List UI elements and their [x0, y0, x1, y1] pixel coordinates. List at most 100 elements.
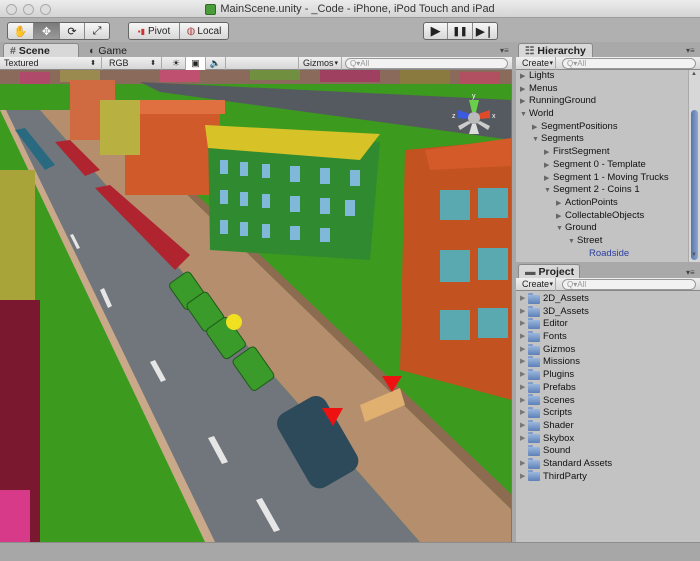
collapsed-arrow-icon[interactable]: ▶ — [516, 369, 528, 382]
main-toolbar: ✋ ✥ ⟳ ⤢ ▪▮ Pivot ◍ Local ▶ ❚❚ ▶❘ — [0, 18, 700, 42]
local-button[interactable]: ◍ Local — [180, 23, 228, 39]
collapsed-arrow-icon[interactable]: ▶ — [516, 293, 528, 306]
chevron-down-icon: ▾ — [334, 60, 338, 67]
collapsed-arrow-icon[interactable]: ▶ — [516, 382, 528, 395]
rotate-tool-button[interactable]: ⟳ — [60, 23, 85, 39]
hierarchy-item[interactable]: ▼ World — [516, 108, 688, 121]
collapsed-arrow-icon[interactable]: ▶ — [516, 395, 528, 408]
project-folder-item[interactable]: ▶ Standard Assets — [516, 457, 700, 471]
pause-button[interactable]: ❚❚ — [448, 23, 473, 39]
scale-tool-button[interactable]: ⤢ — [85, 23, 109, 39]
pivot-button[interactable]: ▪▮ Pivot — [129, 23, 180, 39]
collapsed-arrow-icon[interactable]: ▶ — [516, 306, 528, 319]
hierarchy-item-label: World — [529, 108, 554, 120]
move-tool-button[interactable]: ✥ — [34, 23, 60, 39]
hand-tool-button[interactable]: ✋ — [8, 23, 34, 39]
hierarchy-item[interactable]: ▼ Segments — [516, 133, 688, 146]
hierarchy-item[interactable]: ▼ Street — [516, 235, 688, 248]
project-folder-label: ThirdParty — [543, 470, 587, 482]
project-folder-item[interactable]: ▶ Fonts — [516, 330, 700, 344]
play-button[interactable]: ▶ — [424, 23, 449, 39]
scene-search-input[interactable]: Q▾All — [345, 58, 508, 69]
hierarchy-item[interactable]: Roadside — [516, 248, 688, 261]
project-folder-item[interactable]: ▶ ThirdParty — [516, 470, 700, 484]
hierarchy-scrollbar[interactable]: ▲ ▼ — [688, 70, 700, 262]
project-folder-label: Standard Assets — [543, 457, 613, 469]
folder-icon — [528, 318, 540, 330]
folder-tab-icon: ▬ — [525, 266, 536, 278]
project-folder-item[interactable]: ▶ Scenes — [516, 394, 700, 408]
collapsed-arrow-icon[interactable]: ▶ — [516, 407, 528, 420]
skybox-toggle[interactable]: ▣ — [186, 57, 206, 70]
folder-icon — [528, 343, 540, 355]
lighting-toggle[interactable]: ☀ — [167, 57, 186, 70]
render-mode-dropdown[interactable]: Textured ⬍ — [0, 57, 102, 70]
folder-icon — [528, 356, 540, 368]
globe-icon: ◍ — [186, 25, 196, 37]
project-folder-item[interactable]: ▶ Missions — [516, 356, 700, 369]
hierarchy-item[interactable]: ▼ Ground — [516, 222, 688, 235]
scene-panel-menu-icon[interactable]: ▾≡ — [500, 46, 509, 55]
collapsed-arrow-icon[interactable]: ▶ — [516, 420, 528, 433]
project-folder-item[interactable]: ▶ Gizmos — [516, 343, 700, 357]
pivot-icon: ▪▮ — [137, 26, 145, 36]
project-folder-item[interactable]: ▶ 2D_Assets — [516, 292, 700, 306]
collapsed-arrow-icon[interactable]: ▶ — [516, 344, 528, 357]
folder-icon — [528, 445, 540, 457]
project-folder-label: 3D_Assets — [543, 305, 589, 317]
collapsed-arrow-icon[interactable]: ▶ — [516, 356, 528, 369]
project-folder-label: Prefabs — [543, 381, 576, 393]
hierarchy-item[interactable]: ▼ Segment 2 - Coins 1 — [516, 184, 688, 197]
hierarchy-item[interactable]: ▶ Segment 0 - Template — [516, 159, 688, 172]
hierarchy-item-label: Segment 1 - Moving Trucks — [553, 171, 669, 183]
collapsed-arrow-icon[interactable]: ▶ — [516, 433, 528, 446]
project-folder-list: ▶ 2D_Assets ▶ 3D_Assets ▶ Editor ▶ Fonts ▶ Gizmos… — [516, 291, 700, 542]
scroll-up-icon[interactable]: ▲ — [691, 71, 697, 77]
close-window-button[interactable] — [6, 4, 17, 15]
project-folder-item[interactable]: ▶ Prefabs — [516, 381, 700, 395]
hierarchy-item[interactable]: ▶ SegmentPositions — [516, 121, 688, 134]
project-folder-label: Skybox — [543, 432, 575, 444]
project-search-input[interactable]: Q▾All — [562, 279, 696, 290]
hierarchy-scrollbar-thumb[interactable] — [691, 110, 698, 260]
scene-viewport[interactable]: y z x — [0, 70, 512, 542]
project-folder-item[interactable]: ▶ Editor — [516, 318, 700, 331]
hand-icon: ✋ — [13, 25, 28, 38]
minimize-window-button[interactable] — [23, 4, 34, 15]
window-titlebar: MainScene.unity - _Code - iPhone, iPod T… — [0, 0, 700, 18]
project-folder-item[interactable]: ▶ 3D_Assets — [516, 305, 700, 319]
project-create-dropdown[interactable]: Create ▾ — [518, 278, 556, 291]
hierarchy-create-dropdown[interactable]: Create ▾ — [518, 57, 556, 70]
hierarchy-item[interactable]: ▶ FirstSegment — [516, 146, 688, 159]
hierarchy-item[interactable]: ▶ CollectableObjects — [516, 210, 688, 223]
project-folder-item[interactable]: ▶ Plugins — [516, 368, 700, 382]
project-folder-item[interactable]: ▶ Shader — [516, 419, 700, 433]
gizmos-dropdown[interactable]: Gizmos ▾ — [298, 57, 342, 70]
collapsed-arrow-icon[interactable]: ▶ — [516, 331, 528, 344]
pivot-local-group: ▪▮ Pivot ◍ Local — [128, 22, 229, 40]
dropdown-arrows-icon: ⬍ — [90, 60, 96, 67]
hierarchy-menu-icon[interactable]: ▾≡ — [686, 46, 695, 55]
collapsed-arrow-icon[interactable]: ▶ — [516, 471, 528, 484]
project-folder-item[interactable]: ▶ Scripts — [516, 407, 700, 420]
hierarchy-search-input[interactable]: Q▾All — [562, 58, 696, 69]
hierarchy-item-label: ActionPoints — [565, 196, 618, 208]
hierarchy-item[interactable]: ▶ RunningGround — [516, 95, 688, 108]
collapsed-arrow-icon[interactable]: ▶ — [516, 458, 528, 471]
project-menu-icon[interactable]: ▾≡ — [686, 268, 695, 277]
audio-toggle[interactable]: 🔈 — [206, 57, 226, 70]
project-folder-item[interactable]: Sound — [516, 445, 700, 458]
hierarchy-item[interactable]: ▶ Segment 1 - Moving Trucks — [516, 172, 688, 185]
project-folder-label: Editor — [543, 318, 568, 330]
collapsed-arrow-icon[interactable]: ▶ — [516, 318, 528, 331]
hierarchy-item[interactable]: ▶ ActionPoints — [516, 197, 688, 210]
scroll-down-icon[interactable]: ▼ — [691, 252, 697, 258]
step-button[interactable]: ▶❘ — [473, 23, 497, 39]
hierarchy-item[interactable]: ▶ Menus — [516, 83, 688, 96]
playback-controls: ▶ ❚❚ ▶❘ — [423, 22, 498, 40]
project-folder-item[interactable]: ▶ Skybox — [516, 432, 700, 446]
color-mode-dropdown[interactable]: RGB ⬍ — [105, 57, 162, 70]
zoom-window-button[interactable] — [40, 4, 51, 15]
gizmo-axis-z: z — [452, 113, 456, 120]
hierarchy-item[interactable]: ▶ Lights — [516, 70, 688, 83]
